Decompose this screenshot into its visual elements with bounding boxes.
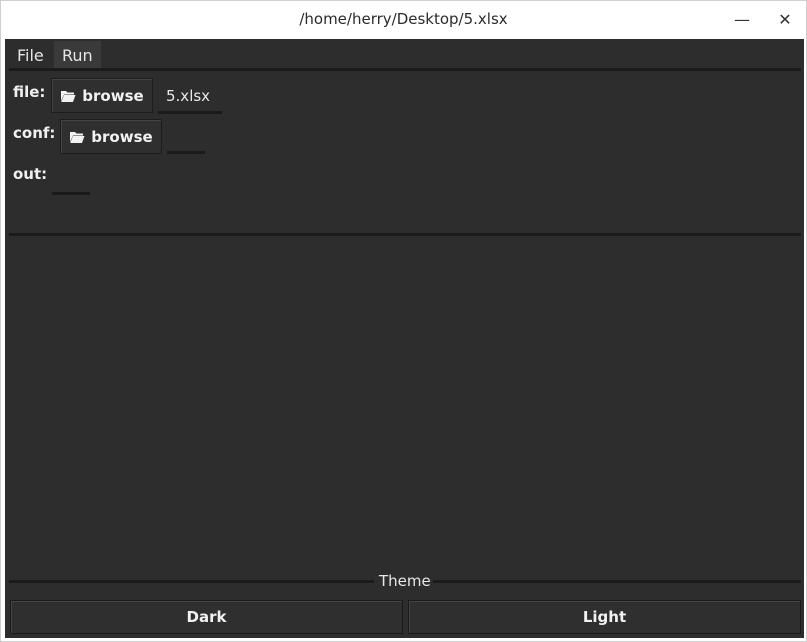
out-entry-underline[interactable] [52, 192, 90, 195]
theme-frame-line-left [9, 580, 374, 583]
light-theme-button[interactable]: Light [408, 600, 801, 634]
menu-bar: File Run [5, 41, 804, 69]
out-label: out: [13, 165, 48, 183]
window-title: /home/herry/Desktop/5.xlsx [299, 10, 508, 28]
close-icon: ✕ [778, 9, 792, 29]
menu-run[interactable]: Run [54, 41, 101, 69]
conf-browse-button[interactable]: browse [60, 119, 162, 154]
minimize-button[interactable]: — [724, 6, 760, 32]
main-separator [9, 233, 801, 236]
file-browse-button[interactable]: browse [51, 78, 153, 113]
theme-group-label: Theme [379, 572, 431, 590]
file-label: file: [13, 83, 46, 101]
app-window: /home/herry/Desktop/5.xlsx — ✕ File Run … [0, 0, 807, 642]
close-button[interactable]: ✕ [767, 6, 803, 32]
file-value: 5.xlsx [166, 87, 211, 105]
theme-frame-line-right [433, 580, 801, 583]
file-entry-underline[interactable] [158, 111, 222, 114]
conf-browse-label: browse [91, 127, 153, 146]
title-bar[interactable]: /home/herry/Desktop/5.xlsx — ✕ [1, 1, 806, 39]
conf-entry-underline[interactable] [167, 151, 205, 154]
dark-theme-button[interactable]: Dark [10, 600, 403, 634]
folder-open-icon [61, 90, 76, 102]
folder-open-icon [70, 131, 85, 143]
minimize-icon: — [734, 9, 750, 29]
conf-label: conf: [13, 124, 56, 142]
menu-separator [9, 68, 801, 71]
menu-file[interactable]: File [9, 41, 52, 69]
file-browse-label: browse [82, 86, 144, 105]
app-client-area: File Run file: browse 5.xlsx conf: brows… [5, 39, 804, 638]
